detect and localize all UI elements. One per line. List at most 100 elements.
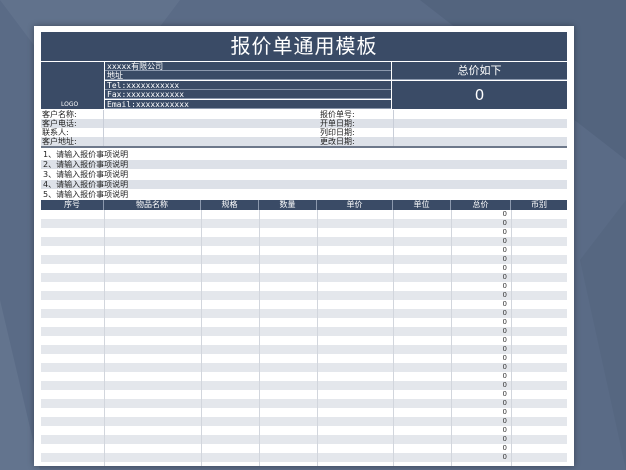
table-row[interactable]: 0 [41, 363, 567, 372]
total-label: 总价如下 [392, 62, 567, 80]
table-row[interactable]: 0 [41, 453, 567, 462]
table-row[interactable]: 0 [41, 444, 567, 453]
col-header-total: 总价 [451, 200, 511, 210]
table-row[interactable]: 0 [41, 435, 567, 444]
table-row[interactable]: 0 [41, 300, 567, 309]
row-total-value: 0 [502, 264, 507, 272]
row-total-value: 0 [502, 453, 507, 461]
customer-name-label: 客户名称: [42, 110, 77, 119]
note-line[interactable]: 4、请输入报价事项说明 [41, 180, 567, 189]
logo-label: LOGO [61, 101, 79, 108]
customer-address-field[interactable] [103, 137, 318, 146]
quotation-sheet: 报价单通用模板 LOGO xxxxx有限公司 地址 Tel:xxxxxxxxxx… [34, 26, 574, 466]
table-row[interactable]: 0 [41, 237, 567, 246]
divider [41, 146, 567, 148]
row-total-value: 0 [502, 228, 507, 236]
row-total-value: 0 [502, 336, 507, 344]
table-row[interactable]: 0 [41, 372, 567, 381]
info-row: 联系人: 列印日期: [41, 128, 567, 137]
contact-field[interactable] [103, 128, 318, 137]
table-row[interactable]: 0 [41, 264, 567, 273]
col-header-currency: 币别 [531, 200, 547, 209]
row-total-value: 0 [502, 444, 507, 452]
column-gridline [511, 210, 512, 466]
logo-placeholder: LOGO [41, 62, 104, 109]
col-header-spec: 规格 [201, 200, 259, 210]
table-row[interactable]: 0 [41, 390, 567, 399]
table-row[interactable]: 0 [41, 327, 567, 336]
table-row[interactable]: 0 [41, 228, 567, 237]
column-gridline [201, 210, 202, 466]
table-row[interactable]: 0 [41, 345, 567, 354]
row-total-value: 0 [502, 210, 507, 218]
company-email: Email:xxxxxxxxxxx [105, 100, 391, 109]
table-row[interactable]: 0 [41, 246, 567, 255]
customer-phone-field[interactable] [103, 119, 318, 128]
row-total-value: 0 [502, 372, 507, 380]
row-total-value: 0 [502, 354, 507, 362]
column-gridline [393, 210, 394, 466]
row-total-value: 0 [502, 381, 507, 389]
column-gridline [317, 210, 318, 466]
open-date-field[interactable] [393, 119, 568, 128]
print-date-field[interactable] [393, 128, 568, 137]
table-row[interactable]: 0 [41, 426, 567, 435]
table-row[interactable]: 0 [41, 408, 567, 417]
table-row[interactable]: 0 [41, 273, 567, 282]
row-total-value: 0 [502, 327, 507, 335]
col-header-quantity: 数量 [259, 200, 317, 210]
row-total-value: 0 [502, 219, 507, 227]
open-date-label: 开单日期: [320, 119, 355, 128]
row-total-value: 0 [502, 435, 507, 443]
contact-label: 联系人: [42, 128, 69, 137]
col-header-unit-price: 单价 [317, 200, 393, 210]
column-gridline [104, 210, 105, 466]
table-row[interactable]: 0 [41, 309, 567, 318]
customer-name-field[interactable] [103, 110, 318, 119]
table-row[interactable]: 0 [41, 417, 567, 426]
print-date-label: 列印日期: [320, 128, 355, 137]
table-row[interactable]: 0 [41, 381, 567, 390]
col-header-item-name: 物品名称 [104, 200, 201, 210]
modified-date-field[interactable] [393, 137, 568, 146]
company-tel: Tel:xxxxxxxxxxx [105, 81, 391, 90]
table-row[interactable]: 0 [41, 255, 567, 264]
row-total-value: 0 [502, 345, 507, 353]
column-gridline [451, 210, 452, 466]
note-line[interactable]: 5、请输入报价事项说明 [41, 190, 567, 199]
company-address: 地址 [105, 71, 391, 80]
table-header: 序号 物品名称 规格 数量 单价 单位 总价 币别 [41, 200, 567, 210]
table-row[interactable]: 0 [41, 336, 567, 345]
row-total-value: 0 [502, 399, 507, 407]
company-name: xxxxx有限公司 [105, 62, 391, 71]
col-header-unit: 单位 [393, 200, 451, 210]
row-total-value: 0 [502, 390, 507, 398]
row-total-value: 0 [502, 300, 507, 308]
col-header-index: 序号 [41, 200, 104, 210]
row-total-value: 0 [502, 255, 507, 263]
table-row[interactable]: 0 [41, 291, 567, 300]
info-row: 客户电话: 开单日期: [41, 119, 567, 128]
customer-phone-label: 客户电话: [42, 119, 77, 128]
table-row[interactable]: 0 [41, 219, 567, 228]
note-line[interactable]: 2、请输入报价事项说明 [41, 160, 567, 169]
row-total-value: 0 [502, 291, 507, 299]
table-row[interactable]: 0 [41, 282, 567, 291]
info-row: 客户地址: 更改日期: [41, 137, 567, 146]
table-row[interactable]: 0 [41, 318, 567, 327]
row-total-value: 0 [502, 282, 507, 290]
info-row: 客户名称: 报价单号: [41, 110, 567, 119]
page-title: 报价单通用模板 [41, 32, 567, 61]
note-line[interactable]: 1、请输入报价事项说明 [41, 150, 567, 159]
note-line[interactable]: 3、请输入报价事项说明 [41, 170, 567, 179]
row-total-value: 0 [502, 408, 507, 416]
column-gridline [259, 210, 260, 466]
row-total-value: 0 [502, 363, 507, 371]
table-row[interactable]: 0 [41, 210, 567, 219]
table-row[interactable]: 0 [41, 399, 567, 408]
row-total-value: 0 [502, 237, 507, 245]
table-row[interactable]: 0 [41, 354, 567, 363]
row-total-value: 0 [502, 426, 507, 434]
quote-number-field[interactable] [393, 110, 568, 119]
row-total-value: 0 [502, 417, 507, 425]
